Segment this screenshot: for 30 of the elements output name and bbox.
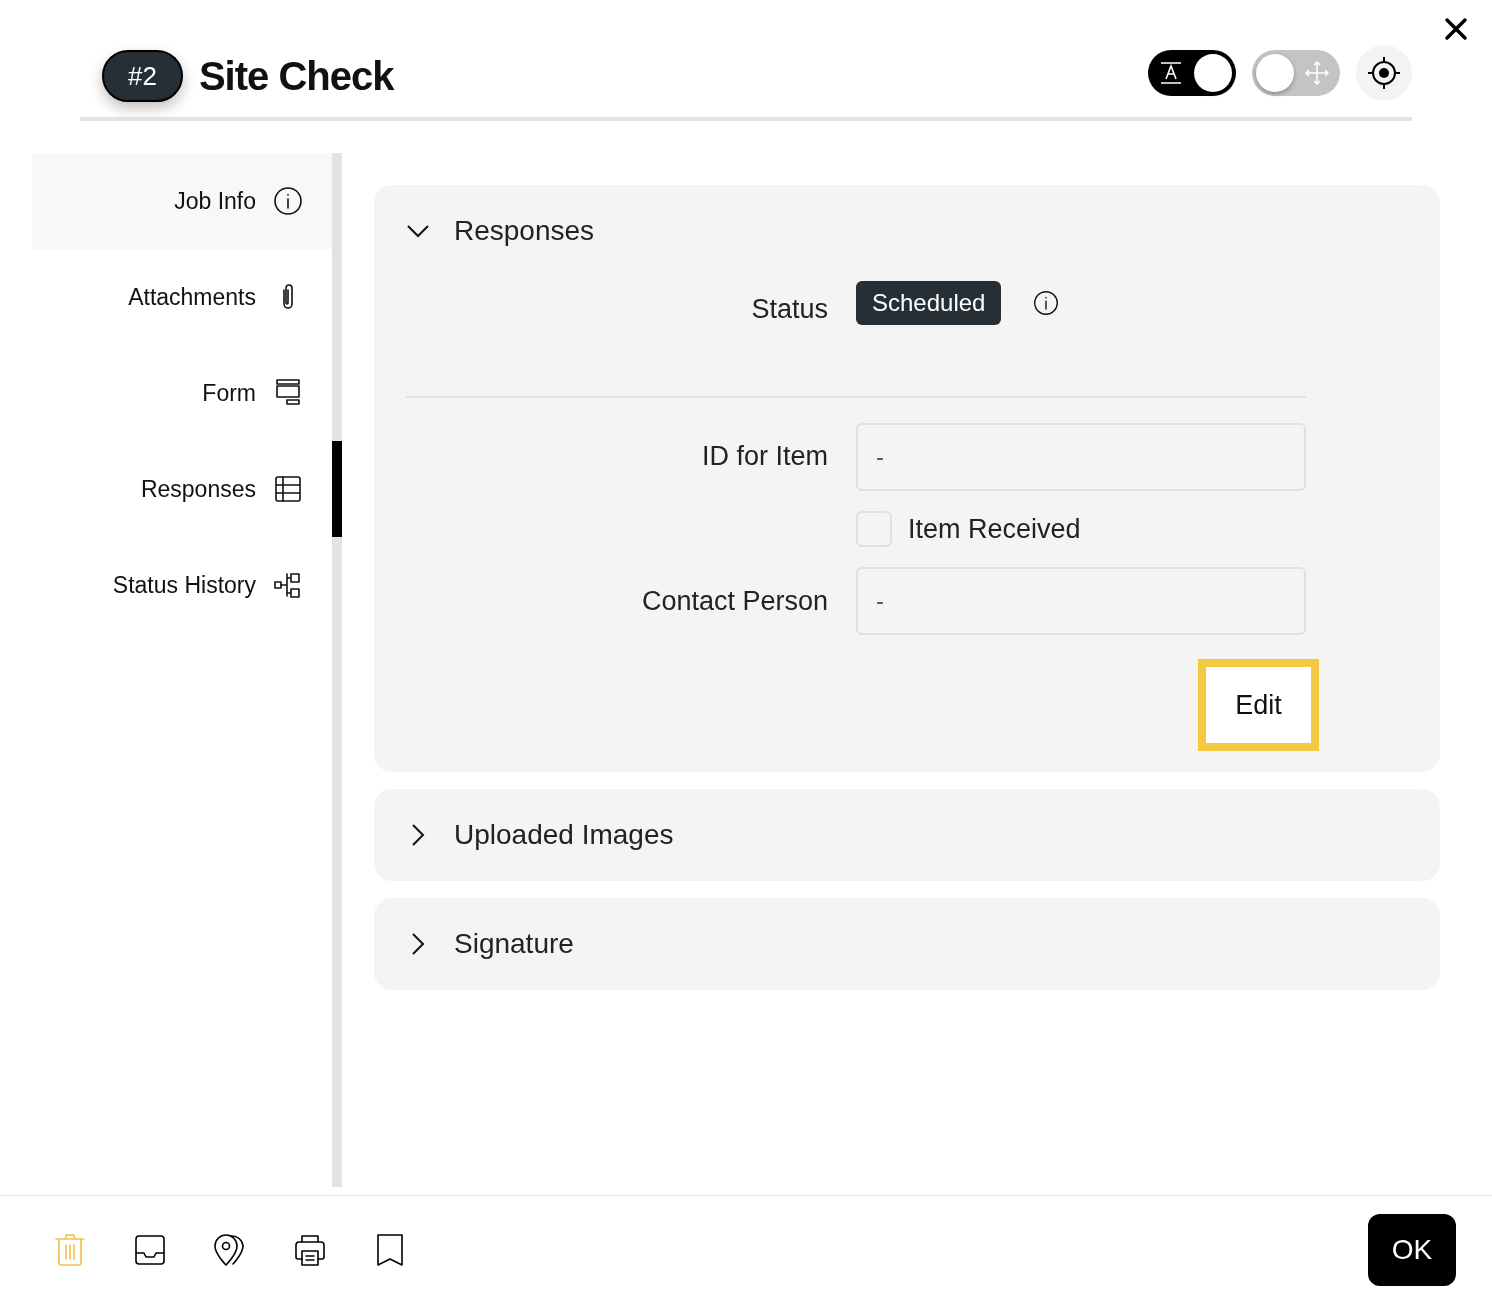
- info-icon: [1033, 290, 1060, 317]
- input-field[interactable]: -: [856, 422, 1306, 491]
- text-icon: [1160, 61, 1182, 85]
- field-label: Status: [750, 293, 828, 326]
- inbox-icon[interactable]: [132, 1232, 168, 1268]
- table-icon: [272, 475, 304, 503]
- printer-icon[interactable]: [292, 1232, 328, 1268]
- sidebar-item[interactable]: Job Info: [32, 153, 332, 249]
- status-badge: Scheduled: [856, 281, 1002, 326]
- checkbox-label: Item Received: [908, 512, 1081, 546]
- move-icon: [1305, 61, 1329, 85]
- edit-button[interactable]: Edit: [1198, 659, 1319, 751]
- scrollbar-thumb[interactable]: [332, 441, 342, 537]
- field-label: Contact Person: [640, 584, 828, 618]
- section-header[interactable]: Uploaded Images: [406, 789, 1408, 881]
- field-label: ID for Item: [700, 440, 828, 474]
- chevron-right-icon: [411, 932, 425, 956]
- close-icon[interactable]: [1444, 17, 1468, 41]
- number-badge: #2: [102, 50, 183, 102]
- ok-button[interactable]: OK: [1368, 1214, 1456, 1286]
- chevron-right-icon: [411, 823, 425, 847]
- input-field[interactable]: -: [856, 567, 1306, 635]
- toggle-switch[interactable]: [1252, 50, 1340, 96]
- info-icon: [272, 186, 304, 216]
- section-header[interactable]: Signature: [406, 898, 1408, 990]
- window-title: Site Check: [198, 53, 394, 100]
- toggle-switch[interactable]: [1148, 50, 1236, 96]
- chevron-down-icon: [406, 224, 430, 238]
- section-header[interactable]: Responses: [406, 185, 1408, 277]
- crosshair-icon: [1367, 56, 1401, 90]
